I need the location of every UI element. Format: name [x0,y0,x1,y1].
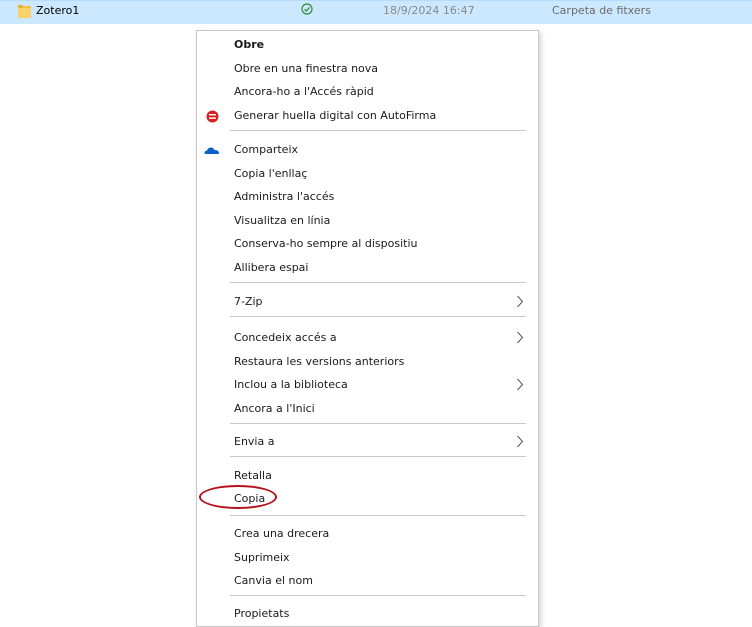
menu-item-label: Concedeix accés a [234,331,337,344]
menu-item-label: Ancora-ho a l'Accés ràpid [234,85,374,98]
row-border [0,0,752,1]
menu-item-properties[interactable]: Propietats [197,603,538,625]
menu-item-cut[interactable]: Retalla [197,465,538,487]
menu-item-open-new-window[interactable]: Obre en una finestra nova [197,58,538,80]
menu-item-label: Generar huella digital con AutoFirma [234,109,437,122]
menu-separator [230,595,526,596]
menu-item-label: Obre en una finestra nova [234,62,379,75]
menu-item-label: Inclou a la biblioteca [234,378,348,391]
menu-item-label: Copia l'enllaç [234,167,308,180]
menu-item-free-space[interactable]: Allibera espai [197,257,538,279]
menu-item-view-online[interactable]: Visualitza en línia [197,210,538,232]
file-date: 18/9/2024 16:47 [383,4,475,17]
chevron-right-icon [517,295,524,308]
menu-item-delete[interactable]: Suprimeix [197,547,538,569]
context-menu: Obre Obre en una finestra nova Ancora-ho… [196,30,539,627]
menu-item-label: Retalla [234,469,272,482]
menu-item-label: Obre [234,38,265,51]
menu-item-label: Conserva-ho sempre al dispositiu [234,237,418,250]
menu-item-label: Allibera espai [234,261,309,274]
menu-item-copy-link[interactable]: Copia l'enllaç [197,163,538,185]
menu-item-7zip[interactable]: 7-Zip [197,291,538,313]
annotation-circle [199,485,277,509]
menu-item-copy[interactable]: Copia [197,485,538,510]
menu-separator [230,515,526,516]
autofirma-icon [206,110,219,123]
menu-item-label: Administra l'accés [234,190,335,203]
chevron-right-icon [517,378,524,391]
menu-item-open[interactable]: Obre [197,34,538,56]
menu-item-manage-access[interactable]: Administra l'accés [197,186,538,208]
onedrive-cloud-icon [204,147,220,154]
menu-item-autofirma[interactable]: Generar huella digital con AutoFirma [197,105,538,127]
menu-separator [230,130,526,131]
menu-item-label: Ancora a l'Inici [234,402,315,415]
menu-item-pin-quick-access[interactable]: Ancora-ho a l'Accés ràpid [197,81,538,103]
menu-item-label: Restaura les versions anteriors [234,355,405,368]
menu-item-label: Canvia el nom [234,574,313,587]
sync-status-icon [301,3,313,15]
menu-item-label: Propietats [234,607,290,620]
menu-item-label: Envia a [234,435,275,448]
menu-separator [230,456,526,457]
menu-item-include-library[interactable]: Inclou a la biblioteca [197,374,538,396]
menu-separator [230,316,526,317]
menu-item-label: Crea una drecera [234,527,330,540]
menu-item-label: 7-Zip [234,295,263,308]
menu-item-keep-on-device[interactable]: Conserva-ho sempre al dispositiu [197,233,538,255]
menu-item-share[interactable]: Comparteix [197,139,538,161]
menu-item-label: Suprimeix [234,551,290,564]
folder-icon [18,5,31,18]
menu-separator [230,282,526,283]
menu-separator [230,423,526,424]
menu-item-rename[interactable]: Canvia el nom [197,570,538,592]
file-type: Carpeta de fitxers [552,4,651,17]
file-row-zotero1[interactable]: Zotero1 18/9/2024 16:47 Carpeta de fitxe… [0,0,752,24]
menu-item-send-to[interactable]: Envia a [197,431,538,453]
menu-item-give-access[interactable]: Concedeix accés a [197,327,538,349]
chevron-right-icon [517,331,524,344]
file-name: Zotero1 [36,4,80,17]
menu-item-create-shortcut[interactable]: Crea una drecera [197,523,538,545]
menu-item-pin-start[interactable]: Ancora a l'Inici [197,398,538,420]
chevron-right-icon [517,435,524,448]
menu-item-label: Visualitza en línia [234,214,331,227]
menu-item-restore-versions[interactable]: Restaura les versions anteriors [197,351,538,373]
menu-item-label: Comparteix [234,143,299,156]
